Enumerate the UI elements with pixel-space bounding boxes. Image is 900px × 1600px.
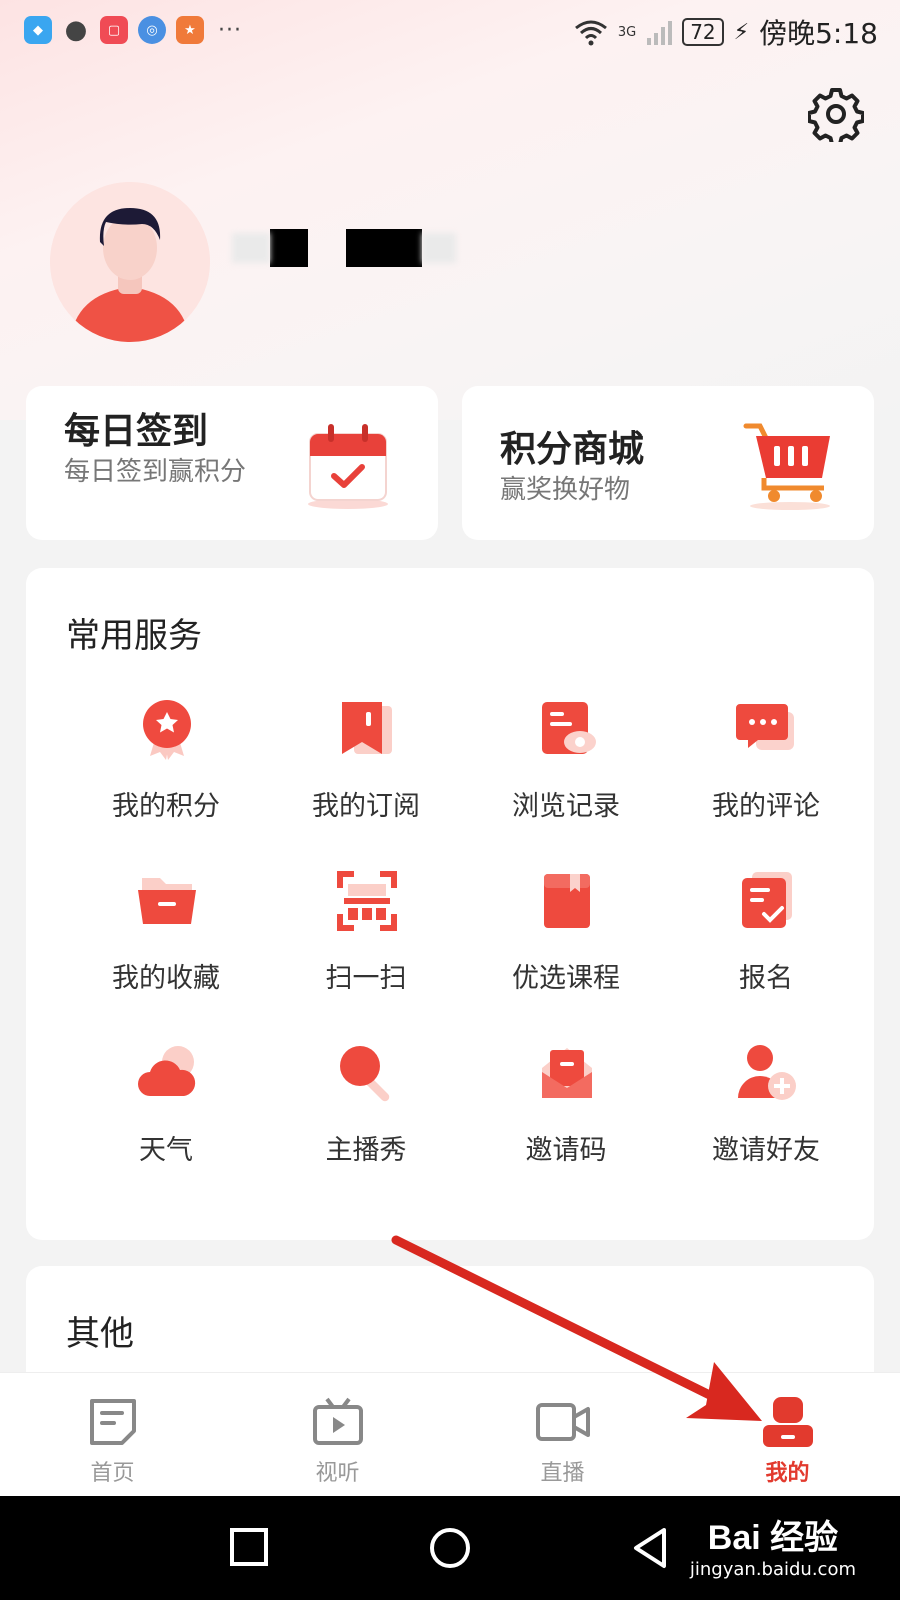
tab-home[interactable]: 首页 (0, 1373, 225, 1497)
service-label: 我的订阅 (312, 791, 420, 822)
watermark-url: jingyan.baidu.com (689, 1559, 856, 1580)
recents-square-icon[interactable] (228, 1526, 272, 1570)
service-my-favorites[interactable]: 我的收藏 (66, 860, 266, 1020)
service-label: 邀请码 (525, 1135, 607, 1166)
service-label: 报名 (739, 963, 793, 994)
service-invite-friends[interactable]: 邀请好友 (666, 1032, 866, 1192)
default-avatar-icon (50, 182, 210, 342)
points-mall-subtitle: 赢奖换好物 (500, 475, 631, 505)
other-section-title: 其他 (66, 1314, 134, 1354)
wifi-icon (574, 20, 607, 46)
back-triangle-icon[interactable] (628, 1526, 672, 1570)
daily-checkin-card[interactable]: 每日签到 每日签到赢积分 (26, 386, 438, 540)
tab-label: 直播 (540, 1461, 585, 1486)
calendar-icon (308, 424, 388, 509)
service-my-points[interactable]: 我的积分 (66, 688, 266, 848)
gear-icon[interactable] (808, 86, 864, 142)
service-label: 我的积分 (112, 791, 220, 822)
service-label: 邀请好友 (712, 1135, 820, 1166)
tab-audio-video[interactable]: 视听 (225, 1373, 450, 1497)
invite-friend-icon (738, 1045, 796, 1100)
service-my-subscriptions[interactable]: 我的订阅 (266, 688, 466, 848)
more-notifications-icon: ··· (218, 17, 242, 43)
service-label: 浏览记录 (512, 791, 620, 822)
battery-level: 72 (682, 18, 724, 46)
bottom-tab-bar: 首页 视听 直播 我的 (0, 1372, 900, 1497)
signal-icon (647, 21, 673, 45)
service-label: 扫一扫 (325, 963, 407, 994)
course-icon (544, 874, 590, 928)
profile-icon (763, 1397, 813, 1447)
browser-app-icon: ◎ (138, 16, 166, 44)
bookmark-icon (342, 702, 392, 754)
username-redacted (232, 228, 456, 268)
history-icon (542, 702, 596, 754)
comment-icon (736, 704, 794, 750)
points-mall-title: 积分商城 (500, 428, 645, 470)
live-camera-icon (536, 1403, 590, 1441)
baidu-watermark: Bai 经验 jingyan.baidu.com (690, 1510, 856, 1580)
microphone-icon (340, 1046, 390, 1102)
clock: 傍晚5:18 (759, 17, 878, 50)
common-services-card: 常用服务 我的积分 我的订阅 浏览记录 我的评论 我的收藏 扫一扫 优选课程 报… (26, 568, 874, 1240)
tab-label: 视听 (315, 1461, 360, 1486)
tab-live[interactable]: 直播 (450, 1373, 675, 1497)
scan-icon (337, 871, 397, 931)
points-mall-card[interactable]: 积分商城 赢奖换好物 (462, 386, 874, 540)
service-anchor-show[interactable]: 主播秀 (266, 1032, 466, 1192)
invite-code-icon (542, 1048, 592, 1098)
tab-mine[interactable]: 我的 (675, 1373, 900, 1497)
shield-app-icon: ◆ (24, 16, 52, 44)
chat-app-icon: ● (64, 15, 88, 45)
network-type: 3G (617, 24, 637, 40)
medal-icon (143, 700, 191, 760)
notification-icons: ◆ ● ▢ ◎ ★ ··· (24, 15, 242, 45)
service-weather[interactable]: 天气 (66, 1032, 266, 1192)
service-my-comments[interactable]: 我的评论 (666, 688, 866, 848)
home-doc-icon (90, 1399, 136, 1445)
common-services-title: 常用服务 (66, 616, 202, 656)
service-label: 主播秀 (325, 1135, 407, 1166)
service-label: 我的收藏 (112, 963, 220, 994)
signup-icon (742, 872, 792, 928)
watermark-brand: Bai 经验 (707, 1519, 839, 1557)
tab-label: 首页 (90, 1461, 135, 1486)
avatar[interactable] (50, 182, 210, 342)
tab-label: 我的 (765, 1461, 810, 1486)
service-invite-code[interactable]: 邀请码 (466, 1032, 666, 1192)
service-label: 天气 (139, 1135, 193, 1166)
service-label: 我的评论 (712, 791, 820, 822)
video-play-icon (313, 1397, 363, 1445)
service-label: 优选课程 (512, 963, 620, 994)
shopping-cart-icon (743, 423, 830, 510)
daily-checkin-title: 每日签到 (64, 410, 209, 452)
news-app-icon: ★ (176, 16, 204, 44)
video-app-icon: ▢ (100, 16, 128, 44)
home-circle-icon[interactable] (428, 1526, 472, 1570)
status-bar: ◆ ● ▢ ◎ ★ ··· 3G 72 ⚡ 傍晚5:18 (0, 0, 900, 62)
service-signup[interactable]: 报名 (666, 860, 866, 1020)
system-navigation-bar: Bai 经验 jingyan.baidu.com (0, 1496, 900, 1600)
weather-icon (138, 1046, 196, 1096)
charging-icon: ⚡ (733, 19, 750, 45)
service-browsing-history[interactable]: 浏览记录 (466, 688, 666, 848)
service-scan[interactable]: 扫一扫 (266, 860, 466, 1020)
folder-icon (138, 878, 196, 924)
daily-checkin-subtitle: 每日签到赢积分 (64, 457, 247, 487)
service-featured-courses[interactable]: 优选课程 (466, 860, 666, 1020)
